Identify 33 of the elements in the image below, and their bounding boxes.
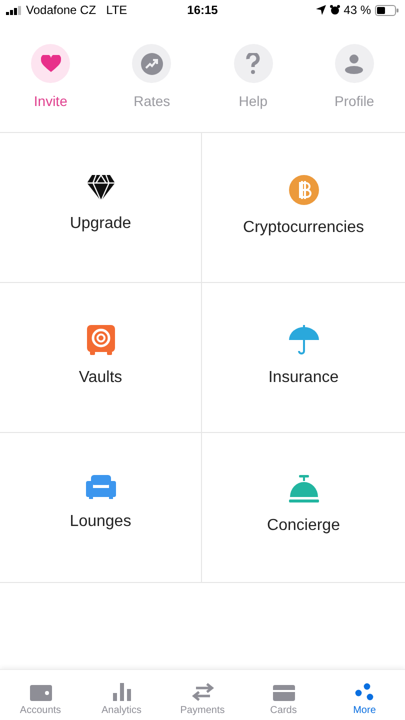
transfer-arrows-icon bbox=[192, 683, 214, 701]
battery-icon bbox=[375, 4, 399, 16]
sofa-icon bbox=[86, 475, 116, 499]
diamond-icon bbox=[86, 175, 114, 201]
tab-bar-item[interactable]: Cards bbox=[243, 670, 324, 720]
menu-tile[interactable]: Lounges bbox=[0, 433, 202, 583]
umbrella-icon bbox=[288, 325, 318, 355]
bar-chart-icon bbox=[112, 683, 130, 701]
heart-icon bbox=[40, 54, 61, 72]
tab-bar-item[interactable]: Analytics bbox=[81, 670, 162, 720]
dots-icon bbox=[354, 683, 374, 701]
battery-percent: 43 % bbox=[344, 3, 371, 17]
carrier-name: Vodafone CZ bbox=[26, 3, 96, 17]
safe-icon bbox=[86, 325, 114, 355]
location-icon bbox=[316, 5, 326, 15]
quick-action[interactable]: Help bbox=[213, 44, 294, 109]
tab-bar-item[interactable]: Payments bbox=[162, 670, 243, 720]
tab-bar-item[interactable]: Accounts bbox=[0, 670, 81, 720]
signal-icon bbox=[6, 6, 22, 14]
wallet-icon bbox=[30, 685, 52, 701]
clock-time: 16:15 bbox=[187, 3, 218, 17]
quick-action[interactable]: Invite bbox=[10, 44, 91, 109]
help-icon bbox=[246, 52, 260, 74]
person-icon bbox=[345, 54, 364, 74]
menu-tile[interactable]: Vaults bbox=[0, 283, 202, 433]
tab-bar-item[interactable]: More bbox=[324, 670, 405, 720]
quick-action[interactable]: Profile bbox=[314, 44, 394, 109]
quick-action[interactable]: Rates bbox=[112, 44, 192, 109]
menu-tile[interactable]: Upgrade bbox=[0, 133, 202, 283]
card-icon bbox=[272, 685, 294, 701]
bell-icon bbox=[288, 475, 318, 503]
network-type: LTE bbox=[106, 3, 128, 17]
bitcoin-icon bbox=[288, 175, 318, 205]
